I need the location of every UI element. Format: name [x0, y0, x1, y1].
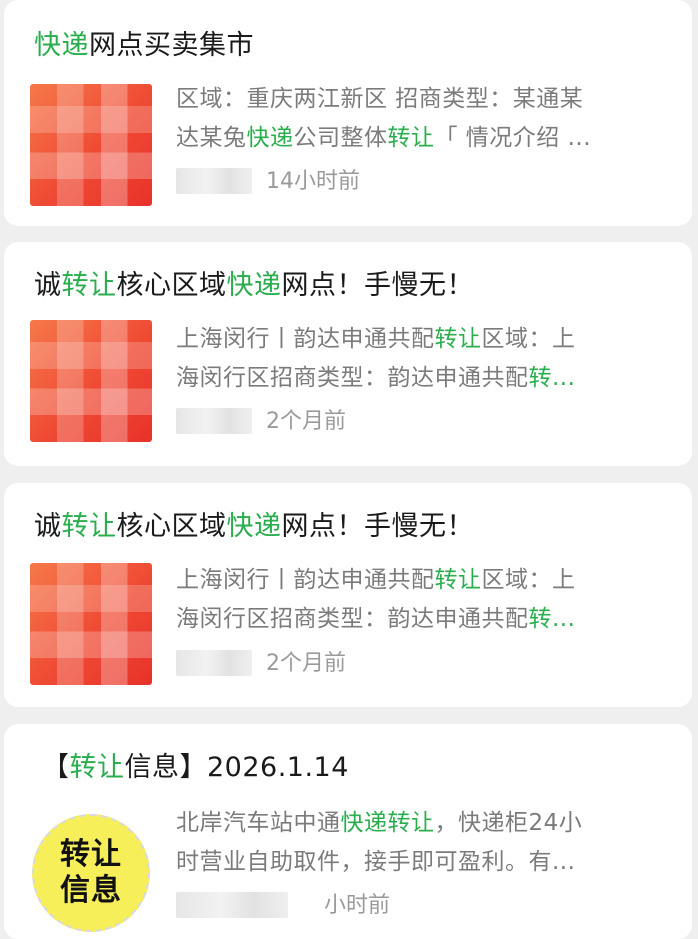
keyword-highlight: 转... [528, 365, 576, 391]
text-segment: 信息】2026.1.14 [124, 752, 349, 783]
result-title[interactable]: 快递网点买卖集市 [34, 26, 254, 66]
timestamp: 小时前 [324, 893, 391, 918]
result-title[interactable]: 诚转让核心区域快递网点！手慢无！ [34, 507, 474, 547]
text-segment: 上海闵行丨韵达申通共配 [176, 326, 435, 352]
text-segment: 区域：上 [481, 567, 576, 593]
text-segment: 「 情况介绍 ... [434, 125, 592, 151]
thumbnail-image [30, 563, 152, 685]
description-line: 时营业自助取件，接手即可盈利。有... [176, 843, 666, 882]
result-description: 北岸汽车站中通快递转让，快递柜24小 时营业自助取件，接手即可盈利。有... [176, 804, 666, 882]
timestamp: 14小时前 [266, 169, 360, 194]
text-segment: 诚 [34, 511, 62, 542]
keyword-highlight: 转让 [434, 567, 482, 593]
result-card[interactable]: 诚转让核心区域快递网点！手慢无！ 上海闵行丨韵达申通共配转让区域：上 海闵行区招… [4, 242, 692, 466]
source-name-blurred [176, 168, 252, 194]
search-results-feed: 快递网点买卖集市 区域：重庆两江新区 招商类型：某通某 达某兔快递公司整体转让「… [0, 0, 698, 939]
badge-text: 转让 [60, 837, 122, 872]
text-segment: 区域：重庆两江新区 招商类型：某通某 [176, 86, 584, 112]
text-segment: 【 [42, 752, 70, 783]
source-name-blurred [176, 892, 288, 918]
text-segment: 网点买卖集市 [89, 30, 254, 61]
result-card[interactable]: 【转让信息】2026.1.14 转让 信息 北岸汽车站中通快递转让，快递柜24小… [4, 724, 692, 939]
keyword-highlight: 快递 [226, 511, 282, 542]
keyword-highlight: 转让 [387, 125, 435, 151]
source-name-blurred [176, 408, 252, 434]
description-line: 海闵行区招商类型：韵达申通共配转... [176, 359, 666, 398]
text-segment: ，快递柜24小 [434, 810, 583, 836]
timestamp: 2个月前 [266, 651, 346, 676]
timestamp: 2个月前 [266, 409, 346, 434]
keyword-highlight: 快递 [34, 30, 89, 61]
keyword-highlight: 转让 [61, 270, 117, 301]
badge-text: 信息 [60, 873, 122, 908]
result-description: 上海闵行丨韵达申通共配转让区域：上 海闵行区招商类型：韵达申通共配转... [176, 561, 666, 639]
description-line: 区域：重庆两江新区 招商类型：某通某 [176, 80, 666, 119]
source-name-blurred [176, 650, 252, 676]
keyword-highlight: 快递 [246, 125, 294, 151]
keyword-highlight: 转让 [69, 752, 125, 783]
text-segment: 诚 [34, 270, 62, 301]
result-thumbnail [30, 563, 152, 685]
text-segment: 核心区域 [116, 511, 227, 542]
result-card[interactable]: 快递网点买卖集市 区域：重庆两江新区 招商类型：某通某 达某兔快递公司整体转让「… [4, 0, 692, 226]
result-thumbnail [30, 320, 152, 442]
text-segment: 达某兔 [176, 125, 247, 151]
description-line: 上海闵行丨韵达申通共配转让区域：上 [176, 561, 666, 600]
text-segment: 海闵行区招商类型：韵达申通共配 [176, 365, 529, 391]
transfer-info-badge: 转让 信息 [32, 814, 150, 932]
description-line: 海闵行区招商类型：韵达申通共配转... [176, 600, 666, 639]
result-title[interactable]: 【转让信息】2026.1.14 [42, 748, 349, 788]
keyword-highlight: 转... [528, 606, 576, 632]
result-description: 区域：重庆两江新区 招商类型：某通某 达某兔快递公司整体转让「 情况介绍 ... [176, 80, 666, 158]
keyword-highlight: 快递 [340, 810, 388, 836]
text-segment: 公司整体 [293, 125, 388, 151]
text-segment: 区域：上 [481, 326, 576, 352]
text-segment: 上海闵行丨韵达申通共配 [176, 567, 435, 593]
result-card[interactable]: 诚转让核心区域快递网点！手慢无！ 上海闵行丨韵达申通共配转让区域：上 海闵行区招… [4, 483, 692, 707]
result-description: 上海闵行丨韵达申通共配转让区域：上 海闵行区招商类型：韵达申通共配转... [176, 320, 666, 398]
text-segment: 北岸汽车站中通 [176, 810, 341, 836]
text-segment: 网点！手慢无！ [281, 511, 474, 542]
keyword-highlight: 转让 [61, 511, 117, 542]
result-title[interactable]: 诚转让核心区域快递网点！手慢无！ [34, 266, 474, 306]
text-segment: 网点！手慢无！ [281, 270, 474, 301]
text-segment: 核心区域 [116, 270, 227, 301]
keyword-highlight: 快递 [226, 270, 282, 301]
text-segment: 海闵行区招商类型：韵达申通共配 [176, 606, 529, 632]
thumbnail-image [30, 84, 152, 206]
thumbnail-image [30, 320, 152, 442]
keyword-highlight: 转让 [387, 810, 435, 836]
description-line: 上海闵行丨韵达申通共配转让区域：上 [176, 320, 666, 359]
description-line: 达某兔快递公司整体转让「 情况介绍 ... [176, 119, 666, 158]
text-segment: 时营业自助取件，接手即可盈利。有... [176, 849, 576, 875]
result-thumbnail [30, 84, 152, 206]
description-line: 北岸汽车站中通快递转让，快递柜24小 [176, 804, 666, 843]
keyword-highlight: 转让 [434, 326, 482, 352]
